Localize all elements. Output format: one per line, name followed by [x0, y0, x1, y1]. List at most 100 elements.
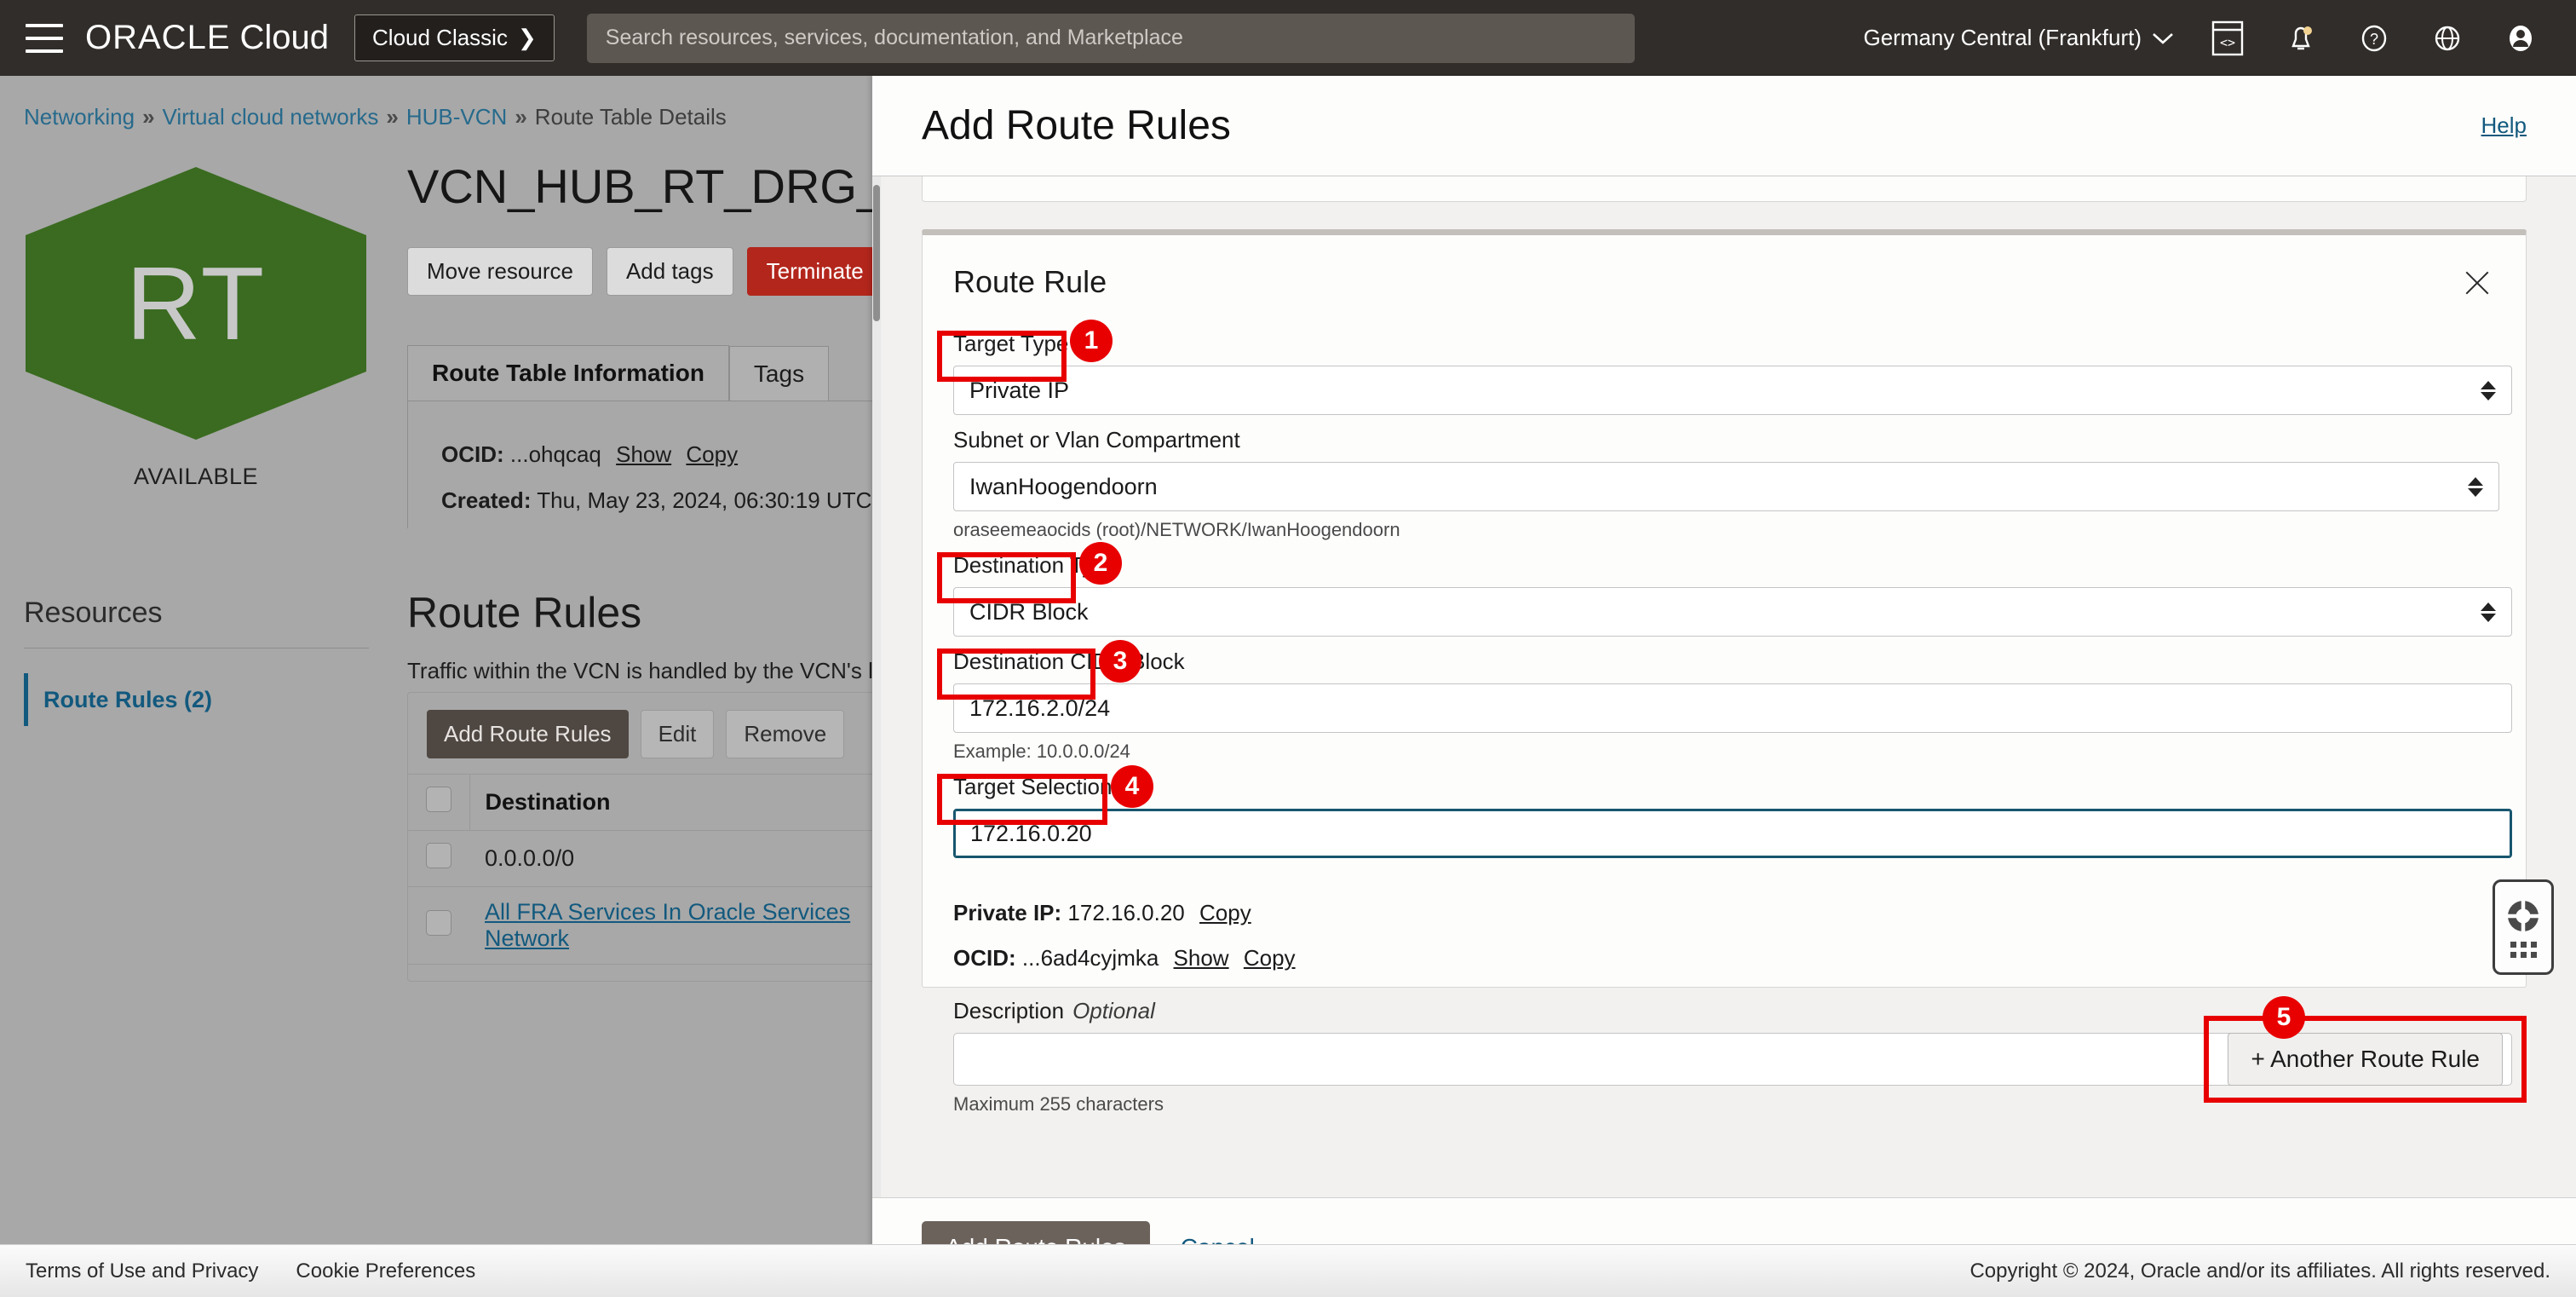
- row-select-cell: [408, 830, 469, 887]
- destination-cidr-example-hint: Example: 10.0.0.0/24: [953, 741, 1130, 762]
- callout-marker-3: 3: [1099, 640, 1141, 683]
- field-destination-cidr: Destination CIDR Block 172.16.2.0/24 Exa…: [953, 648, 2512, 763]
- edit-button[interactable]: Edit: [640, 710, 715, 758]
- destination-type-select[interactable]: CIDR Block: [953, 587, 2512, 637]
- breadcrumb-item-current: Route Table Details: [534, 104, 727, 130]
- page-footer: Terms of Use and Privacy Cookie Preferen…: [0, 1244, 2576, 1297]
- select-all-checkbox[interactable]: [425, 787, 451, 812]
- dialog-help-link[interactable]: Help: [2481, 112, 2527, 139]
- breadcrumb-item-hub-vcn[interactable]: HUB-VCN: [406, 104, 507, 130]
- created-label: Created:: [441, 487, 532, 513]
- oracle-wordmark: ORACLE: [85, 19, 231, 56]
- destination-cidr-input[interactable]: 172.16.2.0/24: [953, 683, 2512, 733]
- ocid-copy-link[interactable]: Copy: [686, 441, 738, 467]
- notifications-bell-icon[interactable]: [2281, 19, 2320, 58]
- terms-of-use-link[interactable]: Terms of Use and Privacy: [26, 1260, 258, 1283]
- created-value: Thu, May 23, 2024, 06:30:19 UTC: [537, 487, 872, 513]
- target-type-value: Private IP: [969, 377, 1070, 403]
- sidebar-item-label: Route Rules (2): [43, 686, 213, 712]
- svg-text:<>: <>: [2220, 35, 2235, 50]
- created-row: Created: Thu, May 23, 2024, 06:30:19 UTC: [441, 487, 871, 514]
- target-ocid-show-link[interactable]: Show: [1174, 945, 1229, 971]
- private-ip-row: Private IP: 172.16.0.20 Copy: [953, 900, 1251, 926]
- chevron-updown-icon: [2481, 602, 2496, 622]
- add-tags-button[interactable]: Add tags: [606, 247, 733, 296]
- region-selector[interactable]: Germany Central (Frankfurt): [1863, 25, 2174, 51]
- destination-link[interactable]: All FRA Services In Oracle Services Netw…: [485, 899, 850, 951]
- compartment-select[interactable]: IwanHoogendoorn: [953, 462, 2499, 511]
- remove-button[interactable]: Remove: [726, 710, 845, 758]
- copyright-text: Copyright © 2024, Oracle and/or its affi…: [1969, 1259, 2550, 1283]
- dialog-scroll-area[interactable]: Route Rule Target Type Private IP Subnet…: [872, 176, 2576, 1197]
- target-ocid-copy-link[interactable]: Copy: [1244, 945, 1296, 971]
- cloud-classic-button[interactable]: Cloud Classic ❯: [354, 14, 555, 61]
- ocid-show-link[interactable]: Show: [616, 441, 671, 467]
- support-help-widget[interactable]: [2493, 879, 2554, 975]
- tab-tags[interactable]: Tags: [728, 346, 830, 401]
- target-selection-label: Target Selection: [953, 774, 1113, 799]
- field-compartment: Subnet or Vlan Compartment IwanHoogendoo…: [953, 427, 2499, 541]
- ocid-row: OCID: ...ohqcaq Show Copy: [441, 441, 738, 468]
- route-rules-table: Destination 0.0.0.0/0 All FRA Services I…: [408, 774, 883, 964]
- resource-badge: RT AVAILABLE: [26, 167, 366, 490]
- destination-cidr-label: Destination CIDR Block: [953, 648, 1185, 674]
- menu-hamburger-icon[interactable]: [26, 23, 63, 53]
- table-row[interactable]: 0.0.0.0/0: [408, 830, 883, 887]
- add-another-route-rule-button[interactable]: + Another Route Rule: [2228, 1033, 2503, 1086]
- status-badge: AVAILABLE: [133, 464, 259, 489]
- drag-dots-handle[interactable]: [2510, 941, 2537, 958]
- svg-text:?: ?: [2370, 31, 2378, 48]
- destination-type-label: Destination Type: [953, 552, 1118, 578]
- dialog-header: Add Route Rules Help: [872, 76, 2576, 176]
- global-header: ORACLE Cloud Cloud Classic ❯ Germany Cen…: [0, 0, 2576, 76]
- cloud-shell-icon[interactable]: <>: [2208, 19, 2247, 58]
- table-row[interactable]: All FRA Services In Oracle Services Netw…: [408, 886, 883, 964]
- sidebar-title: Resources: [24, 597, 163, 629]
- add-route-rules-button[interactable]: Add Route Rules: [427, 710, 629, 758]
- route-rules-description: Traffic within the VCN is handled by the…: [407, 658, 952, 683]
- chevron-right-icon: ❯: [517, 25, 537, 50]
- breadcrumb-item-networking[interactable]: Networking: [24, 104, 135, 130]
- another-route-rule-highlight: + Another Route Rule: [2204, 1016, 2527, 1103]
- destination-cidr-value: 172.16.2.0/24: [969, 695, 1111, 721]
- route-rule-card: Route Rule Target Type Private IP Subnet…: [922, 229, 2527, 1115]
- target-selection-input[interactable]: 172.16.0.20: [953, 809, 2512, 858]
- ocid-value: ...ohqcaq: [509, 441, 601, 467]
- breadcrumb-separator: »: [142, 104, 155, 130]
- global-search: [586, 13, 1635, 63]
- help-question-icon[interactable]: ?: [2355, 19, 2394, 58]
- cookie-preferences-link[interactable]: Cookie Preferences: [296, 1260, 475, 1283]
- chevron-updown-icon: [2481, 380, 2496, 401]
- compartment-label: Subnet or Vlan Compartment: [953, 427, 1240, 453]
- dialog-scrollbar[interactable]: [872, 176, 881, 1197]
- private-ip-copy-link[interactable]: Copy: [1199, 900, 1251, 925]
- move-resource-button[interactable]: Move resource: [407, 247, 593, 296]
- terminate-button[interactable]: Terminate: [746, 247, 883, 296]
- field-destination-type: Destination Type CIDR Block: [953, 552, 2512, 637]
- user-avatar-icon[interactable]: [2501, 19, 2540, 58]
- destination-type-value: CIDR Block: [969, 598, 1089, 625]
- cloud-classic-label: Cloud Classic: [372, 25, 508, 50]
- description-label-text: Description: [953, 998, 1065, 1023]
- compartment-path-hint: oraseemeaocids (root)/NETWORK/IwanHoogen…: [953, 519, 1400, 540]
- callout-marker-5: 5: [2263, 996, 2305, 1039]
- route-rules-card: Add Route Rules Edit Remove Destination: [407, 692, 884, 982]
- scrollbar-thumb[interactable]: [873, 185, 880, 321]
- table-header-row: Destination: [408, 774, 883, 831]
- target-ocid-row: OCID: ...6ad4cyjmka Show Copy: [953, 945, 1296, 971]
- language-globe-icon[interactable]: [2428, 19, 2467, 58]
- close-icon[interactable]: [2458, 264, 2495, 302]
- oracle-cloud-console: ORACLE Cloud Cloud Classic ❯ Germany Cen…: [0, 0, 2576, 1297]
- tab-route-table-information[interactable]: Route Table Information: [407, 345, 729, 401]
- search-input[interactable]: [586, 13, 1635, 63]
- cloud-wordmark: Cloud: [239, 19, 330, 56]
- row-checkbox[interactable]: [426, 909, 451, 936]
- sidebar-item-route-rules[interactable]: Route Rules (2): [24, 673, 369, 726]
- route-rule-card-header: Route Rule: [953, 264, 2495, 302]
- row-checkbox[interactable]: [426, 843, 451, 868]
- breadcrumb-item-vcns[interactable]: Virtual cloud networks: [163, 104, 379, 130]
- oracle-cloud-logo[interactable]: ORACLE Cloud: [85, 19, 329, 57]
- active-indicator: [24, 673, 28, 726]
- route-rules-heading: Route Rules: [407, 589, 642, 637]
- target-type-select[interactable]: Private IP: [953, 366, 2512, 415]
